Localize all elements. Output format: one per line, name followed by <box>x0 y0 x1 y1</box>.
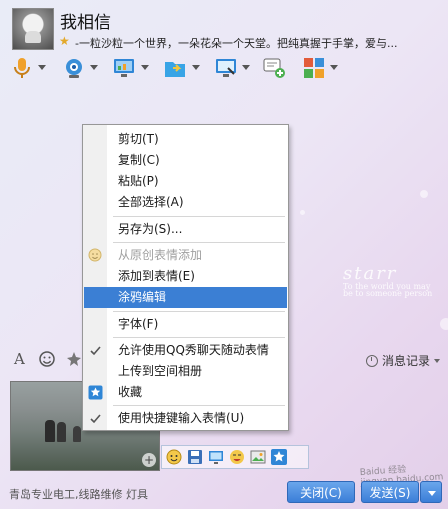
menu-item-add-to-emoticons[interactable]: 添加到表情(E) <box>84 266 287 287</box>
decor-dot <box>300 210 305 215</box>
favorite-star-icon <box>88 385 103 400</box>
image-edit-icon[interactable] <box>249 448 267 466</box>
send-options-button[interactable] <box>420 481 442 503</box>
menu-item-save-as[interactable]: 另存为(S)... <box>84 219 287 240</box>
apps-grid-icon[interactable] <box>302 56 326 80</box>
menu-item-label: 从原创表情添加 <box>118 248 203 262</box>
checkmark-icon <box>88 411 103 426</box>
screen-icon[interactable] <box>207 448 225 466</box>
context-menu: 剪切(T) 复制(C) 粘贴(P) 全部选择(A) 另存为(S)... 从原创表… <box>82 124 289 431</box>
contact-signature: -一粒沙粒一个世界，一朵花朵一个天堂。把纯真握于手掌，爱与... <box>75 37 398 50</box>
menu-item-favorite[interactable]: 收藏 <box>84 382 287 403</box>
contact-avatar[interactable] <box>12 8 54 50</box>
send-file-dropdown-icon[interactable] <box>192 65 200 70</box>
menu-item-label: 使用快捷键输入表情(U) <box>118 411 245 425</box>
emoji-face-icon[interactable] <box>228 448 246 466</box>
close-button[interactable]: 关闭(C) <box>287 481 355 503</box>
background-decoration: starr To the world you may be to someone… <box>343 263 432 298</box>
decor-dot <box>440 318 448 330</box>
menu-separator <box>113 242 285 243</box>
menu-item-paste[interactable]: 粘贴(P) <box>84 171 287 192</box>
create-group-icon[interactable] <box>262 56 286 80</box>
menu-item-font[interactable]: 字体(F) <box>84 314 287 335</box>
menu-separator <box>113 216 285 217</box>
chat-header: 我相信 ★ -一粒沙粒一个世界，一朵花朵一个天堂。把纯真握于手掌，爱与... <box>0 0 448 92</box>
ad-link[interactable]: 青岛专业电工,线路维修 灯具 <box>9 486 148 502</box>
video-dropdown-icon[interactable] <box>90 65 98 70</box>
menu-item-shortcut-emoticons[interactable]: 使用快捷键输入表情(U) <box>84 408 287 429</box>
menu-item-doodle-edit[interactable]: 涂鸦编辑 <box>84 287 287 308</box>
menu-item-cut[interactable]: 剪切(T) <box>84 129 287 150</box>
message-record-label: 消息记录 <box>381 354 430 368</box>
menu-item-copy[interactable]: 复制(C) <box>84 150 287 171</box>
screen-share-dropdown-icon[interactable] <box>242 65 250 70</box>
chevron-down-icon <box>434 358 440 363</box>
emoticon-add-icon[interactable] <box>165 448 183 466</box>
save-image-icon[interactable] <box>186 448 204 466</box>
decor-dot <box>420 190 428 198</box>
menu-separator <box>113 405 285 406</box>
font-icon[interactable]: A <box>14 350 25 372</box>
menu-item-add-from-original: 从原创表情添加 <box>84 245 287 266</box>
voice-dropdown-icon[interactable] <box>38 65 46 70</box>
menu-item-select-all[interactable]: 全部选择(A) <box>84 192 287 213</box>
favorite-icon[interactable] <box>270 448 288 466</box>
video-icon[interactable] <box>62 56 86 80</box>
image-toolbar <box>161 445 309 469</box>
remote-desktop-dropdown-icon[interactable] <box>141 65 149 70</box>
zoom-icon[interactable]: + <box>142 453 156 467</box>
chevron-down-icon <box>428 491 436 496</box>
message-record-button[interactable]: 消息记录 <box>365 352 440 369</box>
apps-dropdown-icon[interactable] <box>330 65 338 70</box>
menu-separator <box>113 337 285 338</box>
decor-line2: be to someone person <box>343 289 433 298</box>
remote-desktop-icon[interactable] <box>112 56 136 80</box>
send-button[interactable]: 发送(S) <box>361 481 419 503</box>
menu-separator <box>113 311 285 312</box>
contact-name[interactable]: 我相信 <box>60 8 111 33</box>
add-emoticon-icon <box>88 248 103 263</box>
clock-icon <box>365 354 378 367</box>
menu-item-upload-album[interactable]: 上传到空间相册 <box>84 361 287 382</box>
menu-item-label: 允许使用QQ秀聊天随动表情 <box>118 343 269 357</box>
send-file-icon[interactable] <box>163 56 187 80</box>
star-icon: ★ <box>59 34 70 48</box>
menu-item-label: 收藏 <box>118 385 143 399</box>
menu-item-allow-qq-show[interactable]: 允许使用QQ秀聊天随动表情 <box>84 340 287 361</box>
chat-toolbar <box>10 56 350 82</box>
checkmark-icon <box>88 343 103 358</box>
decor-title: starr <box>343 263 398 284</box>
magic-emoji-icon[interactable] <box>66 350 82 372</box>
emoji-icon[interactable] <box>38 350 56 372</box>
voice-icon[interactable] <box>10 56 34 80</box>
screen-share-icon[interactable] <box>214 56 238 80</box>
